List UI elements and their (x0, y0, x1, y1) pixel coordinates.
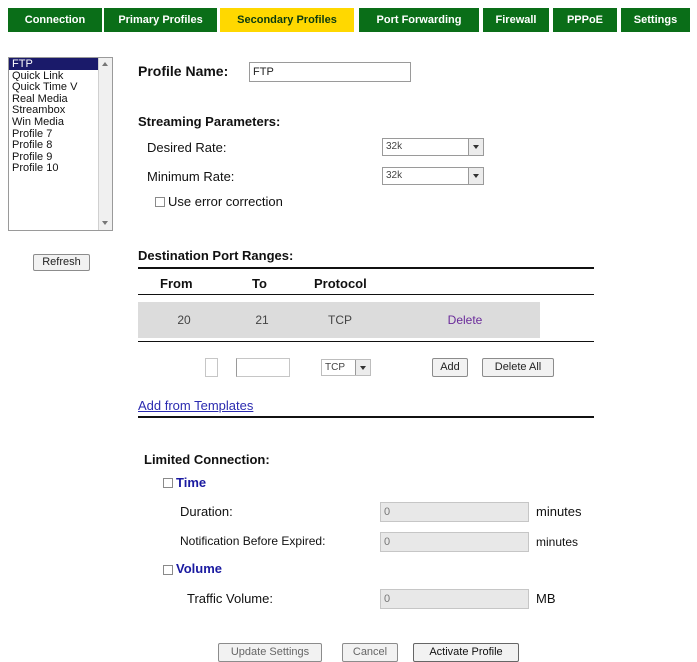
column-header-protocol: Protocol (314, 276, 367, 291)
delete-link[interactable]: Delete (390, 302, 540, 338)
profile-name-input[interactable]: FTP (249, 62, 411, 82)
desired-rate-select[interactable]: 32k (382, 138, 484, 156)
error-correction-label: Use error correction (168, 194, 283, 209)
update-settings-button[interactable]: Update Settings (218, 643, 322, 662)
tab-primary-profiles[interactable]: Primary Profiles (104, 8, 217, 32)
profile-item-ftp[interactable]: FTP (9, 58, 112, 70)
minimum-rate-label: Minimum Rate: (147, 169, 235, 184)
traffic-volume-label: Traffic Volume: (187, 591, 273, 606)
profile-listbox[interactable]: FTP Quick Link Quick Time V Real Media S… (8, 57, 113, 231)
profile-item-9[interactable]: Profile 9 (9, 151, 112, 162)
chevron-down-icon[interactable] (468, 168, 483, 184)
error-correction-checkbox[interactable] (155, 197, 165, 207)
desired-rate-value: 32k (386, 141, 403, 152)
refresh-button[interactable]: Refresh (33, 254, 90, 271)
traffic-volume-unit: MB (536, 591, 556, 606)
notification-label: Notification Before Expired: (180, 534, 326, 548)
port-table-top-rule (138, 267, 594, 269)
tab-firewall[interactable]: Firewall (483, 8, 549, 32)
volume-checkbox[interactable] (163, 565, 173, 575)
traffic-volume-input[interactable]: 0 (380, 589, 529, 609)
column-header-to: To (252, 276, 267, 291)
port-to-cell: 21 (255, 313, 269, 327)
profile-item-7[interactable]: Profile 7 (9, 128, 112, 139)
port-from-cell: 20 (177, 313, 191, 327)
profile-item-real-media[interactable]: Real Media (9, 93, 112, 104)
profile-item-10[interactable]: Profile 10 (9, 162, 112, 174)
streaming-parameters-heading: Streaming Parameters: (138, 114, 281, 129)
new-port-protocol-value: TCP (325, 362, 345, 373)
duration-input[interactable]: 0 (380, 502, 529, 522)
tab-secondary-profiles[interactable]: Secondary Profiles (220, 8, 354, 32)
destination-port-ranges-heading: Destination Port Ranges: (138, 248, 294, 263)
port-table-header-rule (138, 294, 594, 295)
time-checkbox[interactable] (163, 478, 173, 488)
add-from-templates-link[interactable]: Add from Templates (138, 398, 253, 413)
tab-port-forwarding[interactable]: Port Forwarding (359, 8, 479, 32)
minimum-rate-value: 32k (386, 170, 403, 181)
profile-name-label: Profile Name: (138, 63, 229, 79)
profile-item-8[interactable]: Profile 8 (9, 139, 112, 150)
limited-connection-heading: Limited Connection: (144, 452, 270, 467)
volume-label: Volume (176, 561, 222, 576)
column-header-from: From (160, 276, 193, 291)
profile-list-scrollbar[interactable] (98, 58, 112, 230)
scroll-up-arrow-icon[interactable] (102, 62, 108, 66)
desired-rate-label: Desired Rate: (147, 140, 227, 155)
profile-item-quick-link[interactable]: Quick Link (9, 70, 112, 81)
tab-connection[interactable]: Connection (8, 8, 102, 32)
chevron-down-icon[interactable] (468, 139, 483, 155)
duration-unit: minutes (536, 504, 582, 519)
profile-item-win-media[interactable]: Win Media (9, 116, 112, 127)
table-row: 20 21 TCP Delete (138, 302, 540, 338)
tab-settings[interactable]: Settings (621, 8, 690, 32)
delete-all-button[interactable]: Delete All (482, 358, 554, 377)
chevron-down-icon[interactable] (355, 360, 370, 375)
add-port-button[interactable]: Add (432, 358, 468, 377)
profile-item-streambox[interactable]: Streambox (9, 104, 112, 116)
time-label: Time (176, 475, 207, 490)
port-protocol-cell: TCP (328, 313, 352, 327)
cancel-button[interactable]: Cancel (342, 643, 398, 662)
activate-profile-button[interactable]: Activate Profile (413, 643, 519, 662)
duration-label: Duration: (180, 504, 233, 519)
new-port-to-input[interactable] (236, 358, 290, 377)
scroll-down-arrow-icon[interactable] (102, 221, 108, 225)
new-port-protocol-select[interactable]: TCP (321, 359, 371, 376)
notification-unit: minutes (536, 535, 579, 549)
minimum-rate-select[interactable]: 32k (382, 167, 484, 185)
profile-item-quick-time[interactable]: Quick Time V (9, 81, 112, 92)
templates-rule (138, 416, 594, 418)
port-table-row-rule (138, 341, 594, 342)
new-port-from-input[interactable] (205, 358, 218, 377)
notification-input[interactable]: 0 (380, 532, 529, 552)
tab-pppoe[interactable]: PPPoE (553, 8, 617, 32)
